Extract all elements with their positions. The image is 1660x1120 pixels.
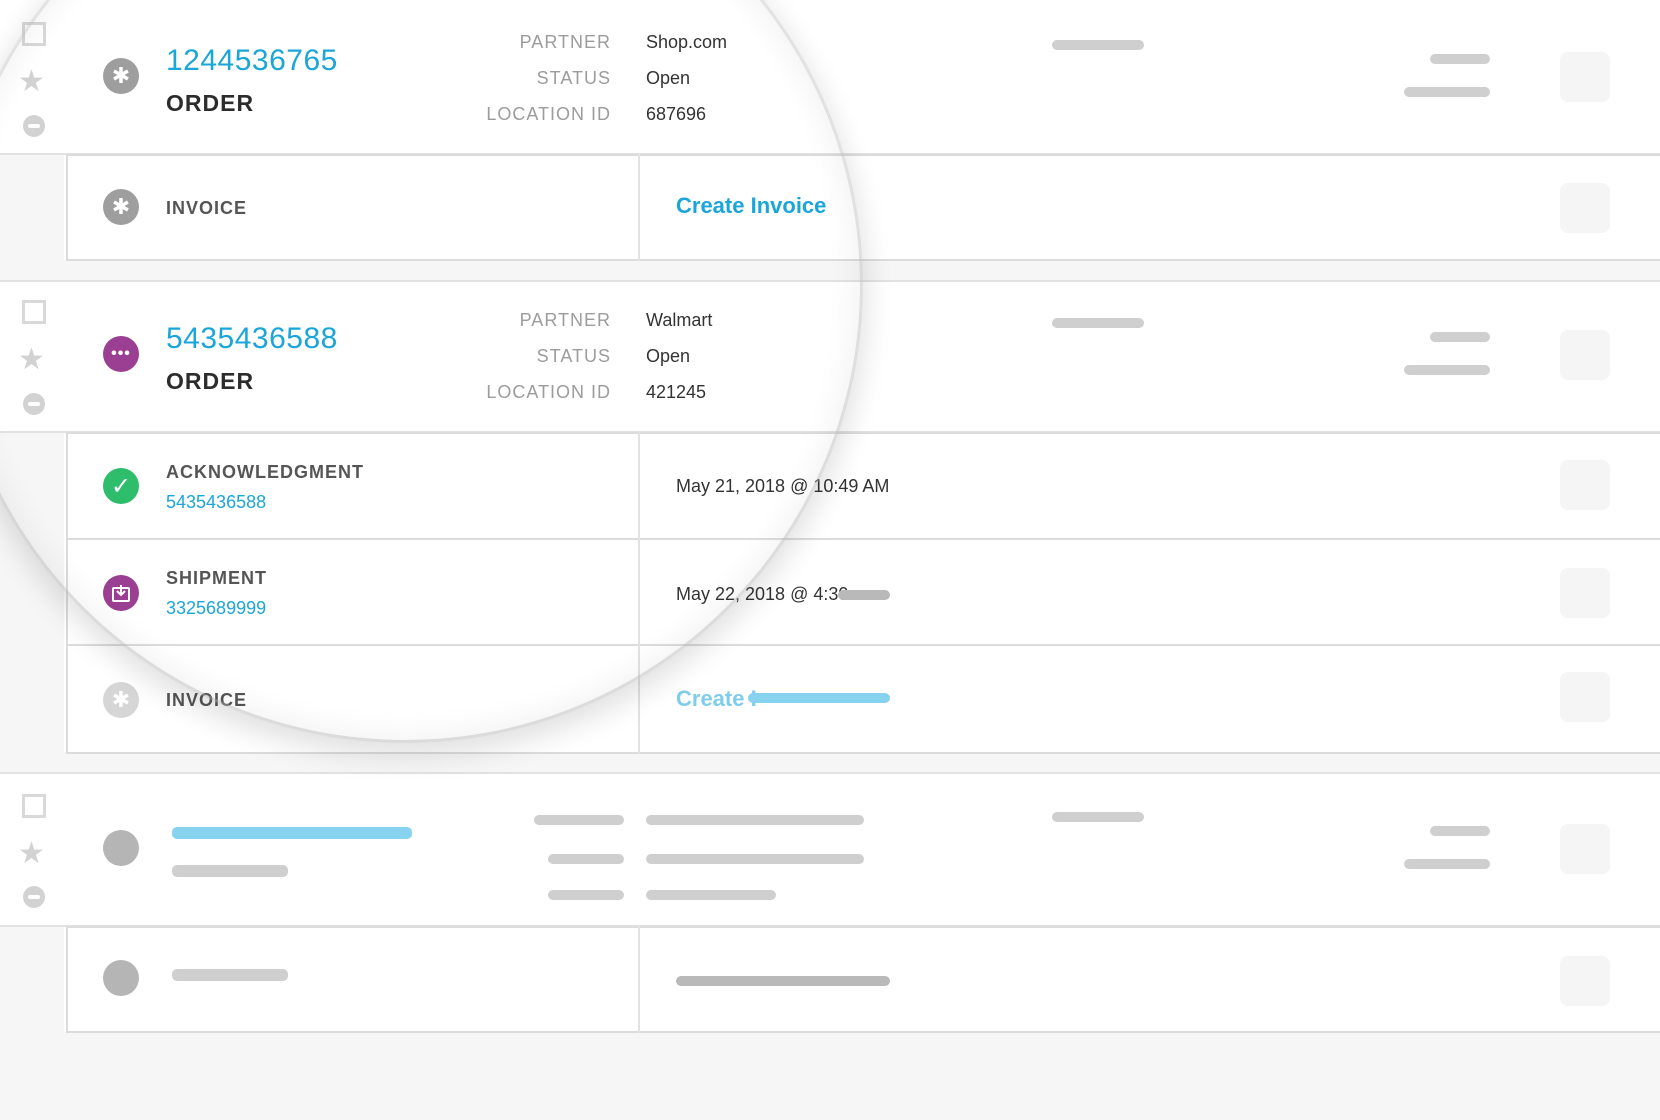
placeholder-bar [676,976,890,986]
status-label: STATUS [536,346,611,366]
checkbox-icon[interactable] [22,794,46,818]
asterisk-icon: ✱ [103,58,139,94]
download-box-icon [103,575,139,611]
action-menu-button[interactable] [1560,183,1610,233]
placeholder-bar [1052,318,1144,328]
placeholder-bar [1430,826,1490,836]
placeholder-bar [1430,54,1490,64]
checkbox-icon[interactable] [22,300,46,324]
minus-circle-icon[interactable] [23,115,45,137]
action-menu-button[interactable] [1560,52,1610,102]
placeholder-bar [838,590,890,600]
left-gutter [0,0,64,1120]
placeholder-bar [1430,332,1490,342]
shipment-date: May 22, 2018 @ 4:30 [676,584,849,604]
acknowledgment-label: ACKNOWLEDGMENT [166,462,364,482]
placeholder-bar [646,815,864,825]
minus-circle-icon[interactable] [23,393,45,415]
minus-circle-icon[interactable] [23,886,45,908]
order-label: ORDER [166,90,255,116]
order-row[interactable] [0,280,1660,432]
placeholder-bar [646,854,864,864]
order-label: ORDER [166,368,255,394]
placeholder-bar [1052,40,1144,50]
placeholder-bar [534,815,624,825]
placeholder-bar [1404,859,1490,869]
order-row[interactable] [0,772,1660,926]
partner-value: Shop.com [646,32,728,52]
document-row[interactable] [66,154,1660,261]
action-menu-button[interactable] [1560,330,1610,380]
status-value: Open [646,68,691,88]
action-menu-button[interactable] [1560,460,1610,510]
placeholder-bar [548,854,624,864]
acknowledgment-date: May 21, 2018 @ 10:49 AM [676,476,890,496]
placeholder-bar [172,969,288,981]
action-menu-button[interactable] [1560,672,1610,722]
partner-label: PARTNER [519,310,611,330]
placeholder-bar [1404,365,1490,375]
placeholder-bar [1404,87,1490,97]
star-icon[interactable]: ★ [18,342,45,377]
acknowledgment-link[interactable]: 5435436588 [166,492,266,513]
partner-value: Walmart [646,310,713,330]
order-number[interactable]: 1244536765 [166,44,338,78]
group-separator [0,752,1660,772]
create-invoice-link[interactable]: Create I [676,686,757,712]
group-separator [0,260,1660,280]
shipment-label: SHIPMENT [166,568,268,588]
more-dots-icon: ••• [103,336,139,372]
invoice-label: INVOICE [166,690,248,710]
placeholder-bar [646,890,776,900]
check-icon: ✓ [103,468,139,504]
status-label: STATUS [536,68,611,88]
location-id-value: 687696 [646,104,707,124]
placeholder-circle-icon [103,830,139,866]
order-number[interactable]: 5435436588 [166,322,338,356]
action-menu-button[interactable] [1560,956,1610,1006]
placeholder-bar [548,890,624,900]
asterisk-icon: ✱ [103,189,139,225]
location-id-label: LOCATION ID [486,104,611,124]
location-id-value: 421245 [646,382,707,402]
action-menu-button[interactable] [1560,568,1610,618]
create-invoice-link[interactable]: Create Invoice [676,193,826,219]
partner-label: PARTNER [519,32,611,52]
status-value: Open [646,346,691,366]
placeholder-bar [172,827,412,839]
placeholder-bar [1052,812,1144,822]
bottom-area [0,1032,1660,1120]
star-icon[interactable]: ★ [18,836,45,871]
placeholder-bar [172,865,288,877]
asterisk-icon: ✱ [103,682,139,718]
checkbox-icon[interactable] [22,22,46,46]
placeholder-bar [748,693,890,703]
invoice-label: INVOICE [166,198,248,218]
star-icon[interactable]: ★ [18,64,45,99]
location-id-label: LOCATION ID [486,382,611,402]
placeholder-circle-icon [103,960,139,996]
shipment-link[interactable]: 3325689999 [166,598,266,619]
action-menu-button[interactable] [1560,824,1610,874]
